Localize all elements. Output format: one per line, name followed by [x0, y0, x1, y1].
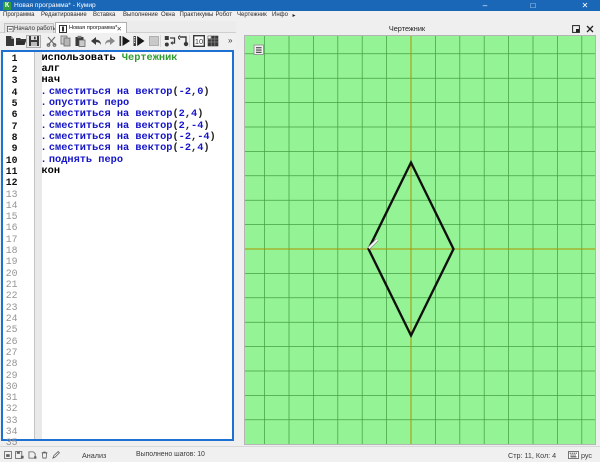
svg-text:10: 10 — [195, 37, 203, 46]
